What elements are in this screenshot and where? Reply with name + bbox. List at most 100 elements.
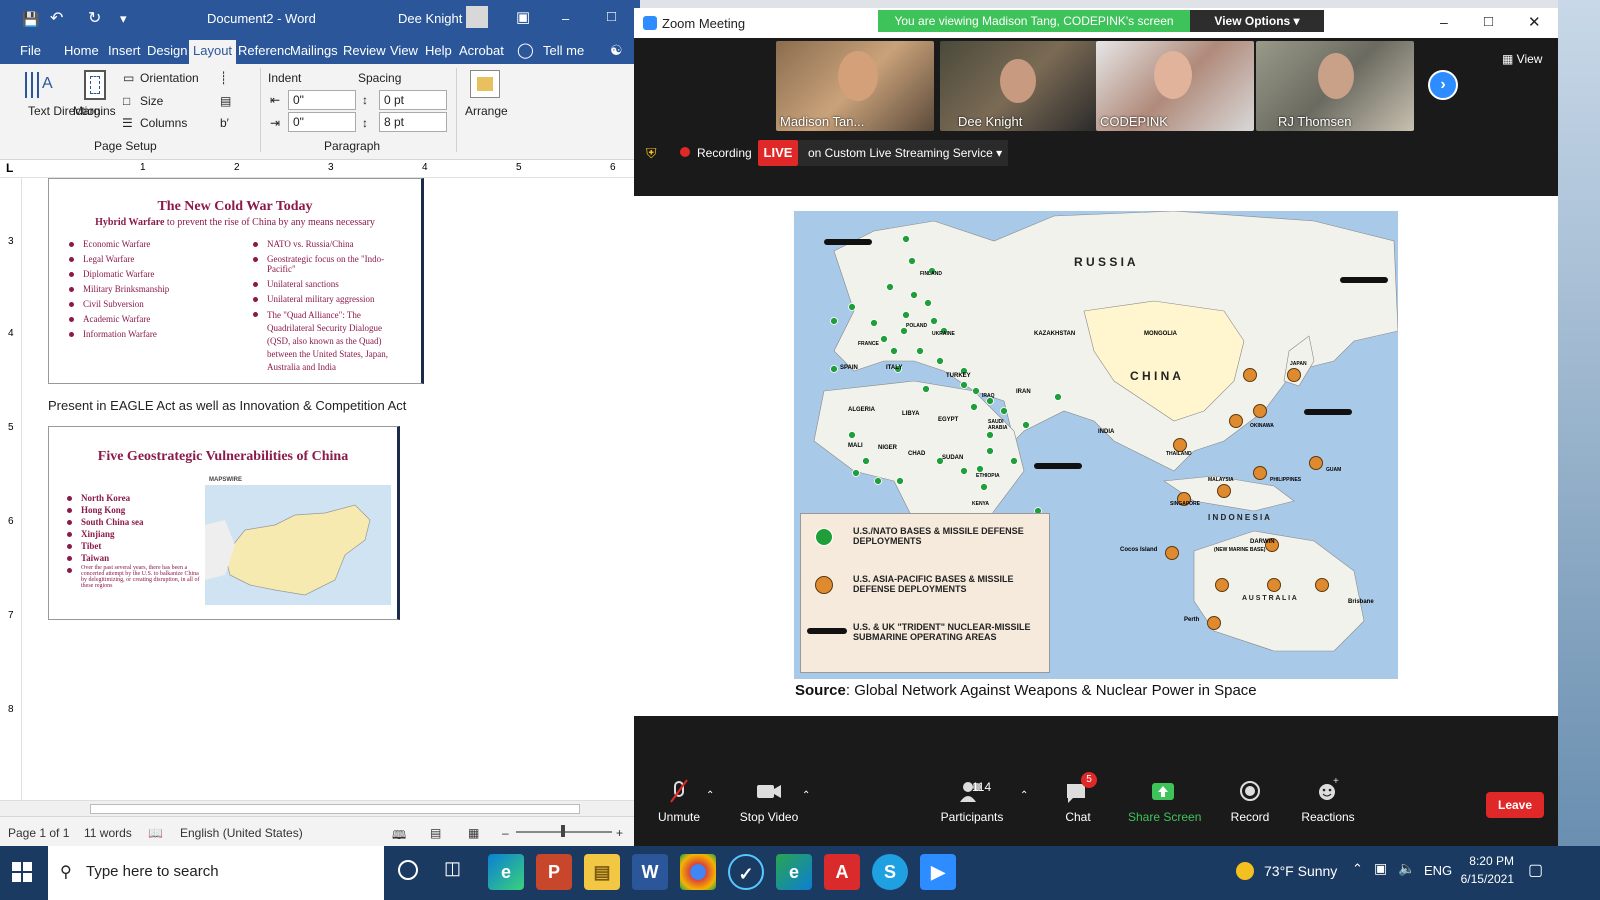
orientation-button[interactable]: Orientation <box>140 71 199 85</box>
web-layout-icon[interactable]: ▦ <box>468 826 479 840</box>
notifications-icon[interactable]: ▢ <box>1528 860 1543 880</box>
close-icon[interactable]: ✕ <box>1528 13 1541 31</box>
tray-caret-icon[interactable]: ⌃ <box>1352 861 1363 877</box>
reactions-button[interactable]: + Reactions <box>1300 776 1356 824</box>
edge-dev-icon[interactable]: e <box>776 854 812 890</box>
minimize-icon[interactable]: – <box>1440 14 1448 30</box>
volume-icon[interactable]: 🔈 <box>1398 860 1415 877</box>
paragraph-text[interactable]: Present in EAGLE Act as well as Innovati… <box>48 398 406 413</box>
hyphenation-icon[interactable]: b′ <box>220 116 229 130</box>
undo-icon[interactable]: ↶ <box>50 8 63 28</box>
word-icon[interactable]: W <box>632 854 668 890</box>
recording-indicator[interactable]: Recording <box>697 146 752 160</box>
orientation-icon[interactable]: ▭ <box>123 71 134 85</box>
tab-selector-icon[interactable]: L <box>6 161 13 175</box>
sun-weather-icon[interactable] <box>1236 862 1254 880</box>
view-options-button[interactable]: View Options ▾ <box>1190 10 1324 32</box>
ribbon-display-icon[interactable]: ▣ <box>516 8 530 26</box>
clock-date[interactable]: 6/15/2021 <box>1456 872 1514 886</box>
video-options-caret-icon[interactable]: ⌃ <box>802 790 810 801</box>
margins-label[interactable]: Margins <box>73 104 116 118</box>
margins-icon[interactable] <box>84 70 106 100</box>
spacing-before-input[interactable]: 0 pt <box>379 90 447 110</box>
network-icon[interactable]: ▣ <box>1374 860 1387 877</box>
breaks-icon[interactable]: ┊ <box>220 71 227 85</box>
language-indicator[interactable]: ENG <box>1424 863 1452 878</box>
tab-view[interactable]: View <box>390 43 418 58</box>
tab-layout[interactable]: Layout <box>189 40 237 64</box>
maximize-icon[interactable]: □ <box>607 8 616 25</box>
tab-mailings[interactable]: Mailings <box>290 43 338 58</box>
page-count[interactable]: Page 1 of 1 <box>8 826 69 840</box>
participant-video-madison[interactable]: Madison Tan... <box>776 41 934 131</box>
record-button[interactable]: Record <box>1230 776 1270 824</box>
text-direction-icon[interactable]: A <box>22 70 58 100</box>
scroll-thumb[interactable] <box>90 804 580 814</box>
spacing-after-input[interactable]: 8 pt <box>379 112 447 132</box>
tell-me-search[interactable]: Tell me <box>543 43 584 58</box>
indent-right-input[interactable]: 0" <box>288 112 356 132</box>
tab-references[interactable]: Referenc <box>238 43 291 58</box>
participants-caret-icon[interactable]: ⌃ <box>1020 790 1028 801</box>
tab-design[interactable]: Design <box>147 43 187 58</box>
tab-file[interactable]: File <box>20 43 41 58</box>
arrange-button[interactable]: Arrange <box>465 104 508 118</box>
language-status[interactable]: English (United States) <box>180 826 303 840</box>
participants-button[interactable]: 114 Participants <box>940 776 1004 824</box>
slide-image-new-cold-war[interactable]: The New Cold War Today Hybrid Warfare to… <box>48 178 424 384</box>
horizontal-scrollbar[interactable] <box>0 800 640 816</box>
chrome-icon[interactable] <box>680 854 716 890</box>
start-windows-icon[interactable] <box>12 862 32 882</box>
tab-acrobat[interactable]: Acrobat <box>459 43 504 58</box>
document-body[interactable]: The New Cold War Today Hybrid Warfare to… <box>24 178 640 800</box>
chat-button[interactable]: 5 Chat <box>1060 772 1097 824</box>
redo-icon[interactable]: ↻ <box>88 8 101 28</box>
skype-icon[interactable]: S <box>872 854 908 890</box>
line-numbers-icon[interactable]: ▤ <box>220 94 231 108</box>
clock-time[interactable]: 8:20 PM <box>1464 854 1514 868</box>
stop-video-button[interactable]: Stop Video <box>738 776 800 824</box>
timer-app-icon[interactable]: ✓ <box>728 854 764 890</box>
size-icon[interactable]: □ <box>123 94 130 108</box>
participant-video-dee[interactable]: Dee Knight <box>940 41 1098 131</box>
unmute-button[interactable]: Unmute <box>652 776 706 824</box>
zoom-in-icon[interactable]: + <box>616 826 623 840</box>
audio-options-caret-icon[interactable]: ⌃ <box>706 790 714 801</box>
slide-image-vulnerabilities[interactable]: Five Geostrategic Vulnerabilities of Chi… <box>48 426 400 620</box>
tab-help[interactable]: Help <box>425 43 452 58</box>
security-shield-icon[interactable]: ⛨ <box>646 145 657 162</box>
word-count[interactable]: 11 words <box>84 826 132 840</box>
shared-screen[interactable]: R U S S I A C H I N A A U S T R A L I A … <box>634 196 1558 716</box>
print-layout-icon[interactable]: ▤ <box>430 826 441 840</box>
next-page-arrow-icon[interactable]: › <box>1428 70 1458 100</box>
minimize-icon[interactable]: – <box>562 11 569 26</box>
file-explorer-icon[interactable]: ▤ <box>584 854 620 890</box>
save-icon[interactable]: 💾 <box>22 11 39 28</box>
zoom-out-icon[interactable]: – <box>502 826 509 840</box>
tab-review[interactable]: Review <box>343 43 386 58</box>
avatar[interactable] <box>466 6 488 28</box>
live-badge[interactable]: LIVE <box>758 140 798 166</box>
leave-button[interactable]: Leave <box>1486 792 1544 818</box>
task-view-icon[interactable]: ◫ <box>444 858 461 879</box>
participant-video-rj[interactable]: RJ Thomsen <box>1256 41 1414 131</box>
acrobat-icon[interactable]: A <box>824 854 860 890</box>
columns-icon[interactable]: ☰ <box>122 116 133 130</box>
arrange-icon[interactable] <box>470 70 500 98</box>
customize-icon[interactable]: ▾ <box>120 11 127 27</box>
participant-video-codepink[interactable]: CODEPINK <box>1096 41 1254 131</box>
share-screen-button[interactable]: Share Screen <box>1128 776 1201 824</box>
zoom-slider-thumb[interactable] <box>561 825 565 837</box>
powerpoint-icon[interactable]: P <box>536 854 572 890</box>
columns-button[interactable]: Columns <box>140 116 187 130</box>
indent-left-input[interactable]: 0" <box>288 90 356 110</box>
size-button[interactable]: Size <box>140 94 163 108</box>
proofing-icon[interactable]: 📖 <box>148 826 163 840</box>
taskbar-search-box[interactable]: ⚲ Type here to search <box>48 846 384 900</box>
maximize-icon[interactable]: □ <box>1484 13 1493 30</box>
read-mode-icon[interactable]: 🕮 <box>392 826 406 847</box>
edge-icon[interactable]: e <box>488 854 524 890</box>
tab-insert[interactable]: Insert <box>108 43 141 58</box>
view-button[interactable]: ▦ View <box>1502 52 1542 66</box>
weather-widget[interactable]: 73°F Sunny <box>1264 863 1337 879</box>
